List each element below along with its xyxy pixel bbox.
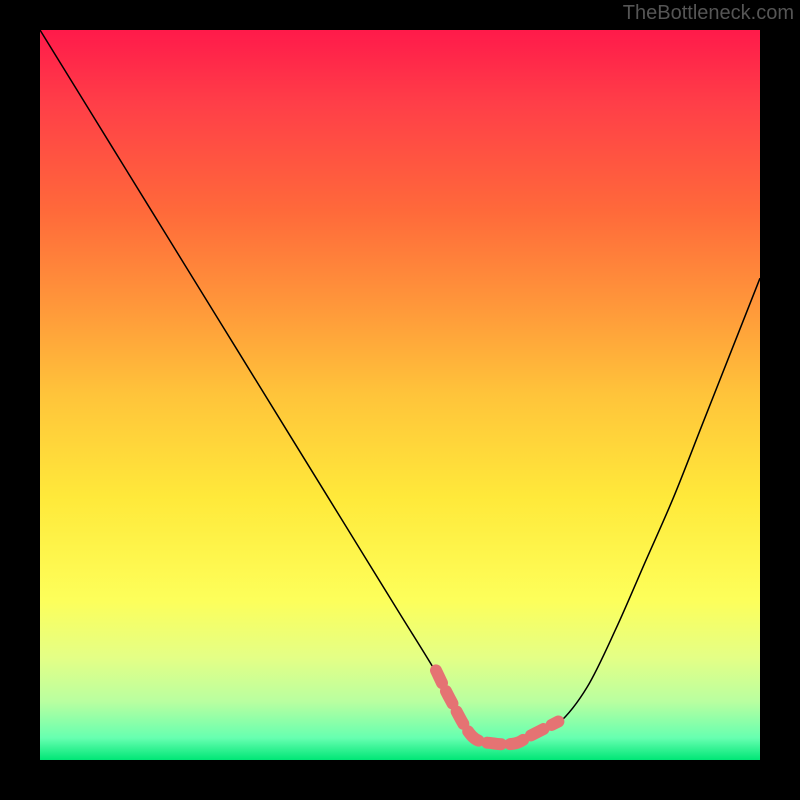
curve-svg — [40, 30, 760, 760]
plot-area — [40, 30, 760, 760]
chart-frame: TheBottleneck.com — [0, 0, 800, 800]
watermark-text: TheBottleneck.com — [623, 2, 794, 25]
optimal-range-marker — [436, 670, 558, 744]
bottleneck-curve — [40, 30, 760, 746]
